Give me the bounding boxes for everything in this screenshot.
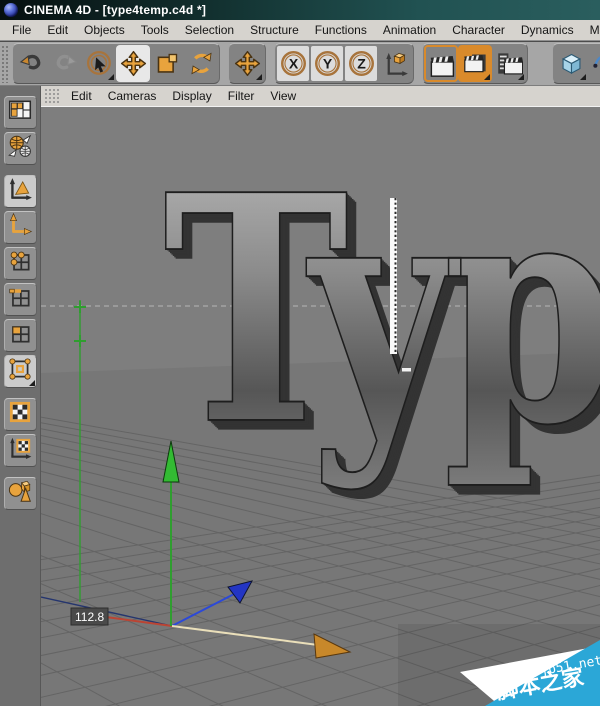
viewport-menu-filter[interactable]: Filter <box>220 87 263 105</box>
svg-text:Type: Type <box>163 126 600 494</box>
polygon-mode-icon <box>7 320 33 351</box>
text-object: TypeTypeTypeTypeTypeTypeTypeType <box>162 125 600 503</box>
add-spline-object-button[interactable] <box>588 45 600 82</box>
sidebar-item-point-mode[interactable] <box>3 247 37 280</box>
sidebar-item-layout-panels[interactable] <box>3 96 37 129</box>
sidebar-item-polygon-mode[interactable] <box>3 319 37 352</box>
toolbar-group <box>12 43 220 84</box>
redo-icon <box>52 50 79 77</box>
render-view-button[interactable] <box>424 45 458 82</box>
viewport-menu-edit[interactable]: Edit <box>63 87 100 105</box>
svg-text:Y: Y <box>322 55 332 71</box>
distance-label: 112.8 <box>70 607 109 626</box>
live-selection-icon <box>86 50 113 77</box>
model-mode-icon <box>7 176 33 207</box>
menu-structure[interactable]: Structure <box>242 21 307 39</box>
add-cube-object-icon <box>558 50 585 77</box>
lock-y-axis-icon: Y <box>314 50 341 77</box>
title-bar: CINEMA 4D - [type4temp.c4d *] <box>0 0 600 20</box>
menu-functions[interactable]: Functions <box>307 21 375 39</box>
toolbar-grip[interactable] <box>1 44 9 83</box>
lock-x-axis-button[interactable]: X <box>277 46 309 81</box>
svg-text:112.8: 112.8 <box>75 610 104 624</box>
viewport-menu-cameras[interactable]: Cameras <box>100 87 165 105</box>
sidebar-item-primitives-tool[interactable] <box>3 477 37 510</box>
viewport-menu-bar: Edit Cameras Display Filter View <box>41 86 600 107</box>
scene-canvas[interactable]: TypeTypeTypeTypeTypeTypeTypeType <box>41 107 600 706</box>
coordinate-system-icon <box>382 50 409 77</box>
rotate-tool-button[interactable] <box>184 45 218 82</box>
lock-z-axis-button[interactable]: Z <box>345 46 377 81</box>
redo-button <box>48 45 82 82</box>
viewport-menu-grip[interactable] <box>44 87 59 105</box>
scale-tool-button[interactable] <box>150 45 184 82</box>
sidebar-item-edge-mode[interactable] <box>3 283 37 316</box>
toolbar-group <box>228 43 266 84</box>
menu-animation[interactable]: Animation <box>375 21 444 39</box>
render-picture-viewer-icon <box>462 50 489 77</box>
tool-sidebar <box>0 86 41 706</box>
menu-tools[interactable]: Tools <box>133 21 177 39</box>
menu-objects[interactable]: Objects <box>76 21 133 39</box>
render-settings-button[interactable] <box>492 45 526 82</box>
primitives-tool-icon <box>7 478 33 509</box>
sidebar-item-texture-axis-mode[interactable] <box>3 434 37 467</box>
move-tool-icon <box>120 50 147 77</box>
toolbar-group: X Y Z <box>274 43 414 84</box>
sidebar-item-coordinate-globe[interactable] <box>3 132 37 165</box>
sidebar-item-object-axis-tool[interactable] <box>3 211 37 244</box>
menu-bar: File Edit Objects Tools Selection Structure Fu… <box>0 20 600 41</box>
edge-mode-icon <box>7 284 33 315</box>
toolbar-group <box>552 43 600 84</box>
cinema4d-window: CINEMA 4D - [type4temp.c4d *] File Edit Ob… <box>0 0 600 706</box>
undo-icon <box>18 50 45 77</box>
viewport-menu-view[interactable]: View <box>262 87 304 105</box>
point-mode-icon <box>7 248 33 279</box>
coordinate-globe-icon <box>7 133 33 164</box>
svg-text:X: X <box>288 55 298 71</box>
add-spline-object-icon <box>592 50 600 77</box>
recent-tool-move-icon <box>234 50 261 77</box>
lock-y-axis-button[interactable]: Y <box>311 46 343 81</box>
toolbar-group <box>422 43 528 84</box>
live-selection-button[interactable] <box>82 45 116 82</box>
svg-text:Z: Z <box>357 55 366 71</box>
undo-button[interactable] <box>14 45 48 82</box>
menu-mograph[interactable]: MoGraph <box>582 21 600 39</box>
menu-file[interactable]: File <box>4 21 39 39</box>
lock-z-axis-icon: Z <box>348 50 375 77</box>
lock-x-axis-icon: X <box>280 50 307 77</box>
render-picture-viewer-button[interactable] <box>458 45 492 82</box>
app-logo-icon <box>4 3 18 17</box>
menu-selection[interactable]: Selection <box>177 21 242 39</box>
menu-edit[interactable]: Edit <box>39 21 76 39</box>
menu-character[interactable]: Character <box>444 21 513 39</box>
layout-panels-icon <box>7 97 33 128</box>
sidebar-item-axis-center-mode[interactable] <box>3 355 37 388</box>
sidebar-item-model-mode[interactable] <box>3 175 37 208</box>
add-cube-object-button[interactable] <box>554 45 588 82</box>
rotate-tool-icon <box>188 50 215 77</box>
recent-tool-move-button[interactable] <box>230 45 264 82</box>
toolbar: X Y Z <box>0 41 600 86</box>
viewport-menu-display[interactable]: Display <box>164 87 219 105</box>
coordinate-system-button[interactable] <box>378 45 412 82</box>
window-title: CINEMA 4D - [type4temp.c4d *] <box>24 3 207 17</box>
axis-center-mode-icon <box>7 356 33 387</box>
texture-mode-icon <box>7 399 33 430</box>
sidebar-item-texture-mode[interactable] <box>3 398 37 431</box>
texture-axis-mode-icon <box>7 435 33 466</box>
menu-dynamics[interactable]: Dynamics <box>513 21 582 39</box>
scale-tool-icon <box>154 50 181 77</box>
viewport-3d[interactable]: TypeTypeTypeTypeTypeTypeTypeType <box>41 107 600 706</box>
move-tool-button[interactable] <box>116 45 150 82</box>
object-axis-tool-icon <box>7 212 33 243</box>
render-view-icon <box>428 50 455 77</box>
render-settings-icon <box>496 50 523 77</box>
